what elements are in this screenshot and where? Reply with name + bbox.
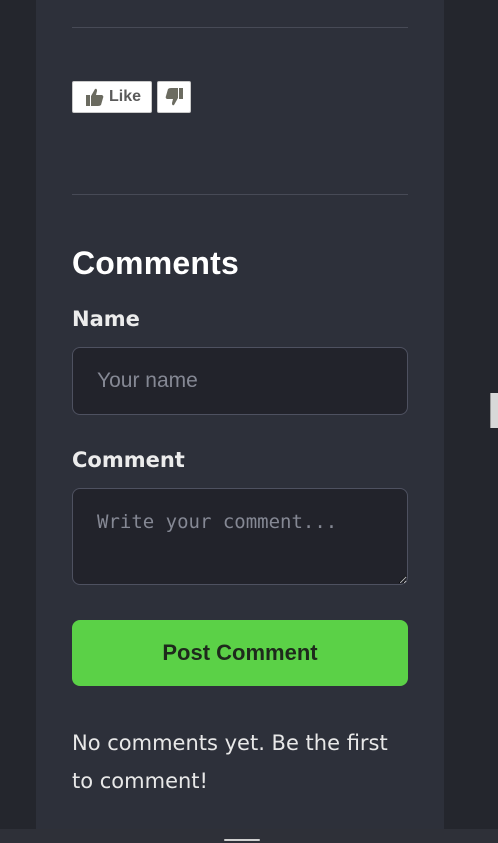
bottom-bar — [0, 829, 498, 843]
thumbs-down-icon — [164, 87, 184, 107]
like-button[interactable]: Like — [72, 81, 152, 113]
thumbs-up-icon — [85, 87, 105, 107]
comment-textarea[interactable] — [72, 488, 408, 585]
home-indicator — [224, 839, 260, 841]
empty-comments-message: No comments yet. Be the first to comment… — [72, 731, 388, 793]
reaction-buttons: Like — [72, 81, 191, 113]
content-card: Like Comments Name Comment Post Comment … — [36, 0, 444, 829]
scrollbar-thumb[interactable] — [490, 393, 498, 428]
like-label: Like — [108, 88, 141, 105]
post-comment-button[interactable]: Post Comment — [72, 620, 408, 686]
name-label: Name — [72, 307, 140, 331]
divider-comments — [72, 194, 408, 195]
comments-title: Comments — [72, 245, 239, 281]
comment-label: Comment — [72, 448, 185, 472]
divider-top — [72, 27, 408, 28]
dislike-button[interactable] — [157, 81, 191, 113]
left-gutter — [0, 0, 36, 843]
name-input[interactable] — [72, 347, 408, 415]
